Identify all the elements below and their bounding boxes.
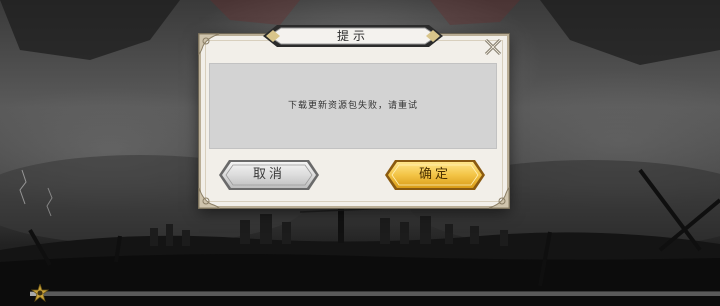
- message-panel: 下载更新资源包失败，请重试: [209, 63, 497, 149]
- error-message: 下载更新资源包失败，请重试: [287, 101, 418, 111]
- corner-ornament-icon: [198, 33, 220, 56]
- close-button[interactable]: [482, 36, 504, 58]
- cancel-button[interactable]: 取消: [219, 159, 319, 191]
- confirm-label: 确定: [418, 167, 451, 182]
- dialog-title: 提示: [336, 29, 369, 43]
- game-loading-screen: 提示 下载更新资源包失败，请重试 取消 确定: [0, 0, 720, 306]
- gear-emblem-icon: [31, 284, 49, 302]
- close-x-icon: [484, 38, 502, 56]
- loading-progress-bar: [30, 291, 720, 296]
- confirm-button[interactable]: 确定: [385, 159, 485, 191]
- dialog-title-bar: 提示: [263, 24, 443, 48]
- cancel-label: 取消: [252, 167, 285, 182]
